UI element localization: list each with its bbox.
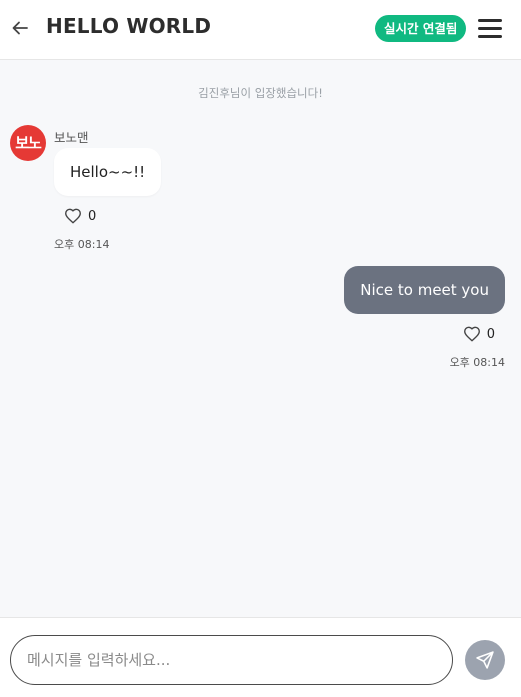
system-message: 김진후님이 입장했습니다! xyxy=(198,86,323,100)
paper-plane-icon xyxy=(476,651,494,669)
hamburger-menu-icon-bar xyxy=(478,35,502,38)
arrow-left-icon xyxy=(12,21,28,35)
chat-app: HELLO WORLD 실시간 연결됨 김진후님이 입장했습니다! 보노 보노맨… xyxy=(0,0,521,697)
like-count: 0 xyxy=(88,208,97,224)
message-input[interactable] xyxy=(10,635,453,685)
chat-header: HELLO WORLD 실시간 연결됨 xyxy=(0,0,521,60)
incoming-like-control: 0 xyxy=(64,207,96,225)
message-timestamp: 오후 08:14 xyxy=(449,356,505,369)
message-composer xyxy=(0,617,521,697)
back-button[interactable] xyxy=(8,16,32,40)
like-button[interactable]: 0 xyxy=(64,208,96,224)
incoming-message-bubble: Hello~~!! xyxy=(54,148,162,196)
message-timestamp: 오후 08:14 xyxy=(54,238,110,251)
menu-button[interactable] xyxy=(477,16,503,40)
like-button[interactable]: 0 xyxy=(463,326,495,342)
connection-status-badge: 실시간 연결됨 xyxy=(375,15,467,42)
chat-room-title: HELLO WORLD xyxy=(46,14,212,38)
outgoing-like-control: 0 xyxy=(463,325,495,343)
outgoing-message-bubble: Nice to meet you xyxy=(344,266,505,314)
sender-name: 보노맨 xyxy=(54,130,89,145)
hamburger-menu-icon-bar xyxy=(478,27,502,30)
message-list[interactable]: 김진후님이 입장했습니다! 보노 보노맨 Hello~~!! 0 오후 08:1… xyxy=(0,61,521,617)
like-count: 0 xyxy=(486,326,495,342)
send-button[interactable] xyxy=(465,640,505,680)
heart-icon xyxy=(463,326,480,342)
avatar[interactable]: 보노 xyxy=(10,125,46,161)
heart-icon xyxy=(65,208,81,224)
hamburger-menu-icon xyxy=(478,19,502,22)
